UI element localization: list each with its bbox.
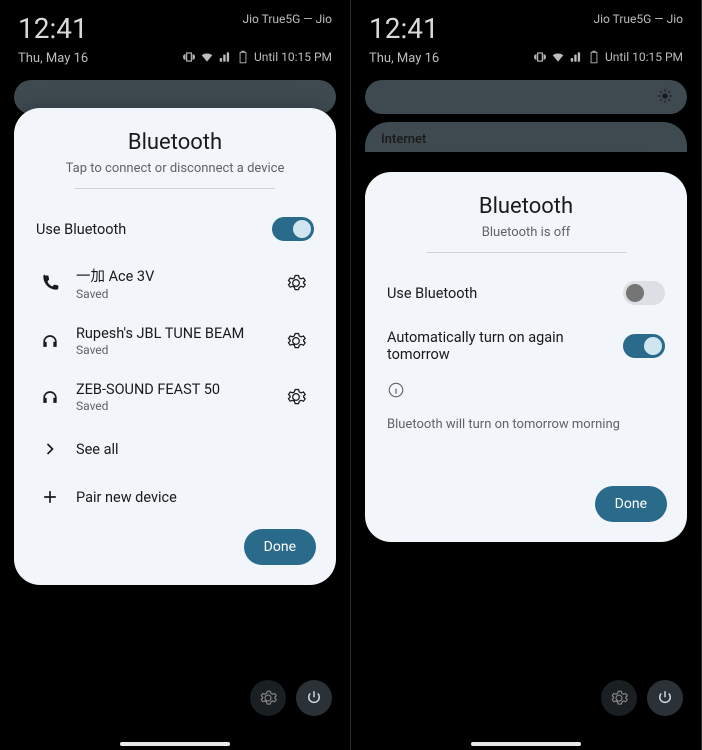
pair-new-label: Pair new device (76, 489, 314, 506)
plus-icon (36, 487, 64, 507)
brightness-icon (657, 88, 673, 108)
power-button[interactable] (296, 680, 332, 716)
carrier-label: Jio True5G — Jio (593, 12, 683, 26)
settings-button[interactable] (601, 680, 637, 716)
use-bluetooth-row[interactable]: Use Bluetooth (365, 269, 687, 317)
until-label: Until 10:15 PM (605, 50, 683, 64)
bluetooth-panel-on: Bluetooth Tap to connect or disconnect a… (14, 108, 336, 585)
device-name: ZEB-SOUND FEAST 50 (76, 381, 278, 398)
signal-icon (569, 50, 583, 64)
signal-icon (218, 50, 232, 64)
auto-turn-on-label: Automatically turn on again tomorrow (387, 329, 587, 363)
info-icon (387, 381, 665, 403)
panel-title: Bluetooth (38, 130, 312, 155)
clock: 12:41 (369, 12, 439, 45)
divider (426, 252, 626, 253)
device-row[interactable]: ZEB-SOUND FEAST 50 Saved (14, 369, 336, 425)
panel-subtitle: Bluetooth is off (389, 225, 663, 240)
power-button[interactable] (647, 680, 683, 716)
use-bluetooth-label: Use Bluetooth (387, 285, 623, 302)
vibrate-icon (182, 50, 196, 64)
screen-right: 12:41 Jio True5G — Jio Thu, May 16 Until… (351, 0, 702, 750)
brightness-slider[interactable] (643, 134, 673, 137)
bg-internet-panel: Internet (365, 122, 687, 152)
headphones-icon (36, 387, 64, 407)
use-bluetooth-toggle[interactable] (623, 281, 665, 305)
auto-turn-on-toggle[interactable] (623, 334, 665, 358)
wifi-icon (200, 50, 214, 64)
bluetooth-panel-off: Bluetooth Bluetooth is off Use Bluetooth… (365, 172, 687, 542)
info-text: Bluetooth will turn on tomorrow morning (387, 417, 665, 432)
panel-subtitle: Tap to connect or disconnect a device (38, 161, 312, 176)
chevron-right-icon (36, 439, 64, 459)
headphones-icon (36, 331, 64, 351)
nav-bar[interactable] (120, 742, 230, 746)
use-bluetooth-toggle[interactable] (272, 217, 314, 241)
clock: 12:41 (18, 12, 88, 45)
device-row[interactable]: 一加 Ace 3V Saved (14, 253, 336, 313)
use-bluetooth-row[interactable]: Use Bluetooth (14, 205, 336, 253)
bg-brightness-pill (365, 80, 687, 114)
device-status: Saved (76, 287, 278, 301)
divider (75, 188, 275, 189)
use-bluetooth-label: Use Bluetooth (36, 221, 272, 238)
device-settings-button[interactable] (278, 331, 314, 351)
device-name: Rupesh's JBL TUNE BEAM (76, 325, 278, 342)
panel-title: Bluetooth (389, 194, 663, 219)
auto-turn-on-row[interactable]: Automatically turn on again tomorrow (365, 317, 687, 375)
status-bar: 12:41 Jio True5G — Jio (351, 0, 701, 49)
see-all-label: See all (76, 441, 314, 458)
settings-button[interactable] (250, 680, 286, 716)
status-bar: 12:41 Jio True5G — Jio (0, 0, 350, 49)
nav-bar[interactable] (471, 742, 581, 746)
vibrate-icon (533, 50, 547, 64)
until-label: Until 10:15 PM (254, 50, 332, 64)
device-status: Saved (76, 399, 278, 413)
phone-icon (36, 273, 64, 293)
carrier-label: Jio True5G — Jio (242, 12, 332, 26)
wifi-icon (551, 50, 565, 64)
done-button[interactable]: Done (595, 486, 667, 522)
screen-left: 12:41 Jio True5G — Jio Thu, May 16 Until… (0, 0, 351, 750)
device-status: Saved (76, 343, 278, 357)
pair-new-device-row[interactable]: Pair new device (14, 473, 336, 521)
device-settings-button[interactable] (278, 387, 314, 407)
battery-icon (587, 50, 601, 64)
done-button[interactable]: Done (244, 529, 316, 565)
see-all-row[interactable]: See all (14, 425, 336, 473)
device-settings-button[interactable] (278, 273, 314, 293)
device-name: 一加 Ace 3V (76, 265, 278, 286)
device-row[interactable]: Rupesh's JBL TUNE BEAM Saved (14, 313, 336, 369)
battery-icon (236, 50, 250, 64)
